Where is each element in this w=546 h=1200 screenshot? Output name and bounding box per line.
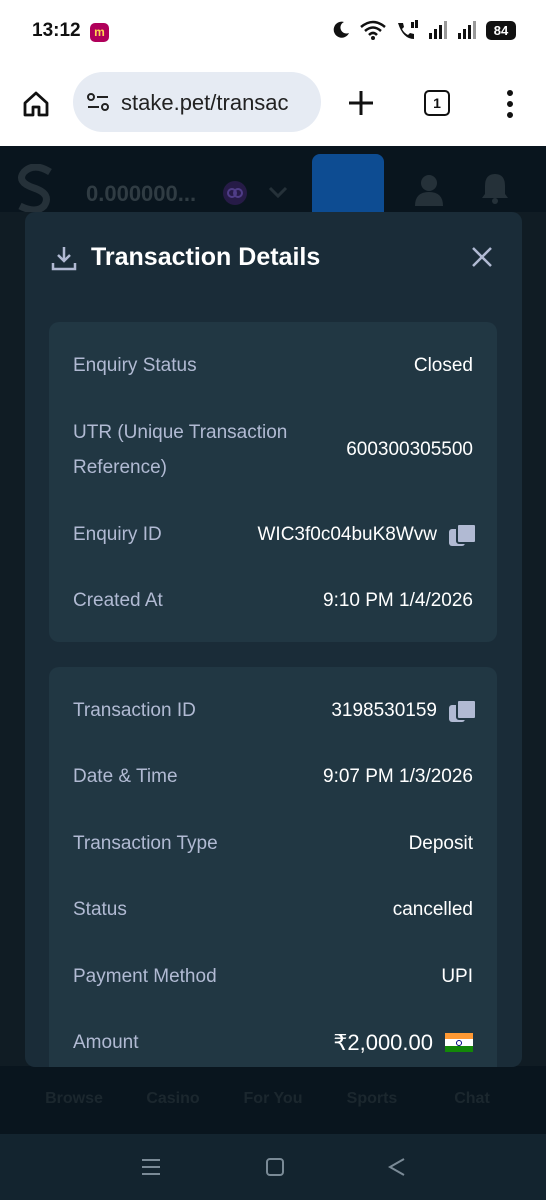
home-icon[interactable] — [22, 90, 50, 118]
clock: 13:12 — [32, 20, 81, 41]
transaction-type-row: Transaction Type Deposit — [73, 826, 473, 861]
enquiry-card: Enquiry Status Closed UTR (Unique Transa… — [49, 322, 497, 642]
wifi-calling-icon — [398, 20, 418, 39]
payment-method-row: Payment Method UPI — [73, 959, 473, 994]
more-menu-icon[interactable] — [505, 89, 515, 119]
new-tab-icon[interactable] — [348, 90, 374, 116]
copy-icon[interactable] — [449, 698, 477, 723]
payment-method-value: UPI — [441, 965, 473, 987]
transaction-id-group: 3198530159 — [331, 698, 477, 723]
utr-row: UTR (Unique Transaction Reference) 60030… — [73, 415, 473, 485]
status-bar: 13:12 m 84 — [0, 0, 546, 62]
copy-icon[interactable] — [449, 522, 477, 547]
status-row: Status cancelled — [73, 892, 473, 927]
dnd-moon-icon — [333, 21, 349, 38]
created-at-value: 9:10 PM 1/4/2026 — [323, 589, 473, 611]
signal-icon-2 — [458, 21, 476, 39]
payment-method-label: Payment Method — [73, 966, 217, 987]
created-at-row: Created At 9:10 PM 1/4/2026 — [73, 583, 473, 618]
address-bar[interactable]: stake.pet/transac — [73, 72, 321, 132]
enquiry-id-label: Enquiry ID — [73, 524, 162, 545]
transaction-details-modal: Transaction Details Enquiry Status Close… — [25, 212, 522, 1067]
amount-group: ₹2,000.00 — [333, 1030, 473, 1056]
india-flag-icon — [445, 1032, 473, 1053]
browser-toolbar: stake.pet/transac 1 — [0, 62, 546, 146]
enquiry-id-value: WIC3f0c04buK8Wvw — [257, 523, 437, 545]
transaction-id-value: 3198530159 — [331, 699, 437, 721]
enquiry-status-label: Enquiry Status — [73, 355, 197, 376]
transaction-type-label: Transaction Type — [73, 833, 218, 854]
utr-label: UTR (Unique Transaction Reference) — [73, 422, 288, 478]
modal-title: Transaction Details — [91, 243, 321, 271]
enquiry-status-value: Closed — [413, 354, 473, 376]
signal-icon — [429, 21, 447, 39]
date-time-row: Date & Time 9:07 PM 1/3/2026 — [73, 759, 473, 794]
app-notification-icon: m — [90, 23, 109, 42]
date-time-value: 9:07 PM 1/3/2026 — [323, 765, 473, 787]
transaction-card: Transaction ID 3198530159 Date & Time 9:… — [49, 667, 497, 1067]
enquiry-id-group: WIC3f0c04buK8Wvw — [257, 522, 477, 547]
url-text[interactable]: stake.pet/transac — [121, 90, 289, 116]
android-nav-bar — [0, 1134, 546, 1200]
home-button-icon[interactable] — [264, 1156, 286, 1178]
status-icons: 84 — [331, 20, 516, 40]
transaction-type-value: Deposit — [408, 832, 473, 854]
back-icon[interactable] — [386, 1156, 408, 1178]
amount-row: Amount ₹2,000.00 — [73, 1025, 473, 1060]
amount-label: Amount — [73, 1032, 139, 1053]
enquiry-status-row: Enquiry Status Closed — [73, 348, 473, 383]
tab-switcher-button[interactable]: 1 — [424, 90, 450, 116]
recent-apps-icon[interactable] — [140, 1156, 162, 1178]
enquiry-id-row: Enquiry ID WIC3f0c04buK8Wvw — [73, 517, 477, 552]
status-label: Status — [73, 899, 127, 920]
amount-value: ₹2,000.00 — [333, 1029, 433, 1055]
created-at-label: Created At — [73, 590, 163, 611]
download-icon — [51, 247, 77, 271]
date-time-label: Date & Time — [73, 766, 178, 787]
utr-value: 600300305500 — [346, 439, 473, 460]
transaction-id-label: Transaction ID — [73, 700, 196, 721]
battery-icon: 84 — [486, 20, 516, 40]
status-value: cancelled — [392, 898, 473, 920]
wifi-icon — [360, 20, 386, 40]
site-settings-icon[interactable] — [87, 92, 109, 112]
transaction-id-row: Transaction ID 3198530159 — [73, 693, 477, 728]
close-icon[interactable] — [471, 246, 493, 268]
